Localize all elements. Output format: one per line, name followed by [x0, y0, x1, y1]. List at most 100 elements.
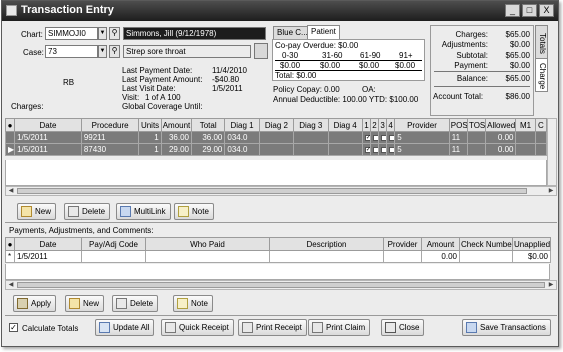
- cell-ptr-2[interactable]: [369, 143, 380, 156]
- scroll-right-icon[interactable]: ▶: [546, 187, 556, 195]
- checkbox[interactable]: [389, 146, 394, 153]
- print-receipt-button[interactable]: Print Receipt: [238, 319, 307, 336]
- col-tos[interactable]: TOS: [466, 118, 487, 132]
- update-all-button[interactable]: Update All: [95, 319, 155, 336]
- cell-ptr-1[interactable]: ✓: [361, 143, 371, 156]
- col-who-paid[interactable]: Who Paid: [145, 237, 270, 251]
- cell-ptr-3[interactable]: [378, 131, 388, 144]
- col-diag2[interactable]: Diag 2: [258, 118, 295, 132]
- minimize-button[interactable]: _: [505, 4, 520, 17]
- charges-vertical-scrollbar[interactable]: [547, 118, 557, 186]
- cell-amount[interactable]: 29.00: [160, 143, 193, 156]
- cell-tos[interactable]: [466, 143, 487, 156]
- multilink-button[interactable]: MultiLink: [116, 203, 171, 220]
- cell-ptr-2[interactable]: [369, 131, 380, 144]
- close-window-button[interactable]: X: [539, 4, 554, 17]
- cell-diag2[interactable]: [258, 143, 295, 156]
- checkbox[interactable]: [381, 146, 386, 153]
- col-description[interactable]: Description: [269, 237, 384, 251]
- cell-diag4[interactable]: [327, 143, 363, 156]
- case-input[interactable]: 73: [45, 45, 98, 58]
- checkbox[interactable]: [372, 146, 378, 153]
- table-row[interactable]: * 1/5/2011 0.00 $0.00: [5, 250, 551, 263]
- cell-allowed[interactable]: 0.00: [485, 143, 517, 156]
- table-row[interactable]: 1/5/2011 99211 1 36.00 36.00 034.0 ✓ 5 1…: [4, 131, 548, 144]
- cell-tos[interactable]: [466, 131, 487, 144]
- col-date[interactable]: Date: [14, 118, 82, 132]
- cell-amount[interactable]: 36.00: [160, 131, 193, 144]
- col-amount[interactable]: Amount: [160, 118, 193, 132]
- cell-check-number[interactable]: [459, 250, 513, 263]
- col-m1[interactable]: M1: [515, 118, 536, 132]
- cell-pay-adj-code[interactable]: [81, 250, 146, 263]
- quick-receipt-button[interactable]: Quick Receipt: [161, 319, 234, 336]
- close-button[interactable]: Close: [381, 319, 425, 336]
- cell-date[interactable]: 1/5/2011: [14, 143, 82, 156]
- cell-ptr-4[interactable]: [386, 143, 396, 156]
- checkbox[interactable]: [389, 134, 394, 141]
- charge-new-button[interactable]: New: [17, 203, 57, 220]
- cell-m1[interactable]: [515, 143, 536, 156]
- scroll-left-icon[interactable]: ◀: [6, 281, 16, 289]
- cell-pos[interactable]: 11: [448, 143, 468, 156]
- chevron-down-icon[interactable]: ▼: [98, 27, 107, 40]
- col-units[interactable]: Units: [138, 118, 162, 132]
- charge-note-button[interactable]: Note: [174, 203, 214, 220]
- cell-diag3[interactable]: [293, 131, 329, 144]
- cell-procedure[interactable]: 87430: [80, 143, 140, 156]
- maximize-button[interactable]: □: [522, 4, 537, 17]
- col-provider[interactable]: Provider: [394, 118, 450, 132]
- cell-diag2[interactable]: [258, 131, 295, 144]
- checkbox-checked[interactable]: ✓: [364, 146, 370, 153]
- col-diag1[interactable]: Diag 1: [224, 118, 260, 132]
- checkbox[interactable]: [381, 134, 386, 141]
- cell-ptr-3[interactable]: [378, 143, 388, 156]
- cell-procedure[interactable]: 99211: [80, 131, 140, 144]
- calculate-totals-label[interactable]: Calculate Totals: [22, 324, 78, 333]
- tab-charge[interactable]: Charge: [535, 58, 548, 92]
- save-transactions-button[interactable]: Save Transactions: [462, 319, 551, 336]
- col-allowed[interactable]: Allowed: [485, 118, 517, 132]
- charges-horizontal-scrollbar[interactable]: ◀ ▶: [5, 186, 557, 196]
- cell-ptr-1[interactable]: ✓: [361, 131, 371, 144]
- cell-provider[interactable]: 5: [394, 131, 450, 144]
- cell-pay-date[interactable]: 1/5/2011: [14, 250, 82, 263]
- cell-who-paid[interactable]: [145, 250, 270, 263]
- print-claim-button[interactable]: Print Claim: [308, 319, 371, 336]
- cell-pay-amount[interactable]: 0.00: [421, 250, 460, 263]
- col-pos[interactable]: POS: [448, 118, 468, 132]
- cell-units[interactable]: 1: [138, 143, 162, 156]
- col-ptr-2[interactable]: 2: [369, 118, 380, 132]
- charge-delete-button[interactable]: Delete: [64, 203, 111, 220]
- table-row[interactable]: ▶ 1/5/2011 87430 1 29.00 29.00 034.0 ✓ 5…: [4, 143, 548, 156]
- col-diag3[interactable]: Diag 3: [293, 118, 329, 132]
- cell-date[interactable]: 1/5/2011: [14, 131, 82, 144]
- cell-ptr-4[interactable]: [386, 131, 396, 144]
- cell-description[interactable]: [269, 250, 384, 263]
- cell-allowed[interactable]: 0.00: [485, 131, 517, 144]
- col-pay-amount[interactable]: Amount: [421, 237, 460, 251]
- payment-new-button[interactable]: New: [65, 295, 105, 312]
- col-ptr-1[interactable]: 1: [361, 118, 371, 132]
- chevron-down-icon[interactable]: ▼: [98, 45, 107, 58]
- col-pay-adj-code[interactable]: Pay/Adj Code: [81, 237, 146, 251]
- cell-pos[interactable]: 11: [448, 131, 468, 144]
- payment-delete-button[interactable]: Delete: [112, 295, 159, 312]
- scrollbar-thumb[interactable]: [17, 188, 527, 194]
- col-pay-date[interactable]: Date: [14, 237, 82, 251]
- cell-c[interactable]: [534, 131, 548, 144]
- cell-pay-provider[interactable]: [383, 250, 422, 263]
- tab-patient[interactable]: Patient: [307, 25, 340, 39]
- checkbox-checked[interactable]: ✓: [364, 134, 370, 141]
- case-edit-icon[interactable]: [254, 43, 268, 59]
- col-unapplied[interactable]: Unapplied: [512, 237, 551, 251]
- cell-diag4[interactable]: [327, 131, 363, 144]
- cell-diag1[interactable]: 034.0: [224, 131, 260, 144]
- col-ptr-3[interactable]: 3: [378, 118, 388, 132]
- scroll-left-icon[interactable]: ◀: [6, 187, 16, 195]
- tab-blue-cross[interactable]: Blue C...: [273, 26, 312, 39]
- tab-totals[interactable]: Totals: [535, 25, 548, 59]
- col-procedure[interactable]: Procedure: [80, 118, 140, 132]
- col-total[interactable]: Total: [191, 118, 226, 132]
- col-pay-provider[interactable]: Provider: [383, 237, 422, 251]
